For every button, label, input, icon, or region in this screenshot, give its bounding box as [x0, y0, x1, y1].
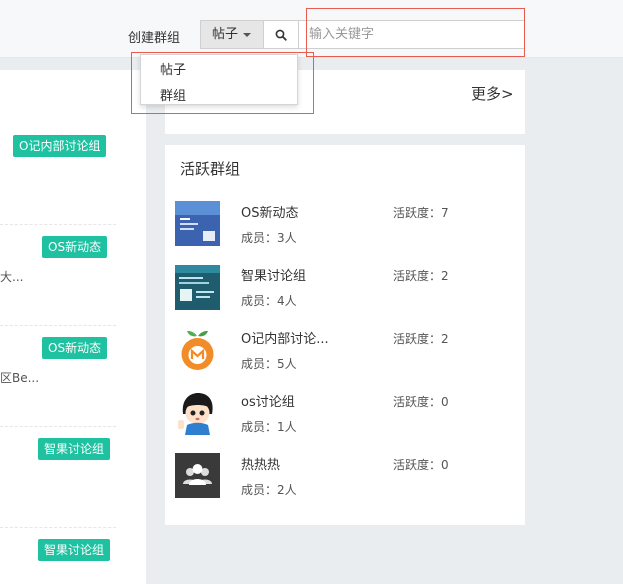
group-members: 成员：2人: [241, 483, 297, 497]
group-people-icon[interactable]: [175, 453, 220, 498]
group-activity: 活跃度：0: [393, 458, 449, 472]
group-name[interactable]: os讨论组: [241, 391, 295, 410]
group-activity: 活跃度：7: [393, 206, 449, 220]
group-activity: 活跃度：2: [393, 332, 449, 346]
post-list-panel: O记内部讨论组 OS新动态 大... OS新动态 区Be... 智果讨论组 智果…: [0, 70, 146, 584]
group-members: 成员：4人: [241, 294, 297, 308]
active-groups-title: 活跃群组: [180, 160, 241, 178]
group-members: 成员：1人: [241, 420, 297, 434]
orange-fruit-logo[interactable]: [175, 327, 220, 372]
cartoon-girl-avatar[interactable]: [175, 390, 220, 435]
divider: [0, 527, 116, 528]
divider: [0, 426, 116, 427]
group-activity: 活跃度：0: [393, 395, 449, 409]
caret-down-icon: [243, 32, 252, 37]
search-type-label: 帖子: [212, 27, 239, 42]
search-type-dropdown[interactable]: 帖子: [200, 20, 264, 49]
menu-item-groups[interactable]: 群组: [160, 85, 186, 104]
search-icon: [275, 29, 287, 41]
post-snippet[interactable]: 区Be...: [0, 369, 39, 386]
group-tag[interactable]: O记内部讨论组: [13, 135, 107, 157]
group-activity: 活跃度：2: [393, 269, 449, 283]
search-button[interactable]: [263, 20, 299, 49]
group-tag[interactable]: 智果讨论组: [38, 438, 111, 460]
teal-slide-image[interactable]: [175, 265, 220, 310]
group-name[interactable]: OS新动态: [241, 202, 299, 221]
group-name[interactable]: O记内部讨论...: [241, 328, 329, 347]
post-snippet[interactable]: 大...: [0, 268, 23, 285]
create-group-link[interactable]: 创建群组: [128, 27, 180, 46]
search-type-menu: 帖子 群组: [140, 54, 298, 105]
divider: [0, 325, 116, 326]
group-tag[interactable]: OS新动态: [42, 337, 108, 359]
menu-item-posts[interactable]: 帖子: [160, 59, 186, 78]
more-link[interactable]: 更多>: [471, 83, 514, 104]
group-tag[interactable]: OS新动态: [42, 236, 108, 258]
group-name[interactable]: 智果讨论组: [241, 265, 306, 284]
group-members: 成员：3人: [241, 231, 297, 245]
group-name[interactable]: 热热热: [241, 454, 280, 473]
search-input[interactable]: [298, 20, 525, 49]
blue-poster-image[interactable]: [175, 201, 220, 246]
group-tag[interactable]: 智果讨论组: [38, 539, 111, 561]
group-members: 成员：5人: [241, 357, 297, 371]
divider: [0, 224, 116, 225]
